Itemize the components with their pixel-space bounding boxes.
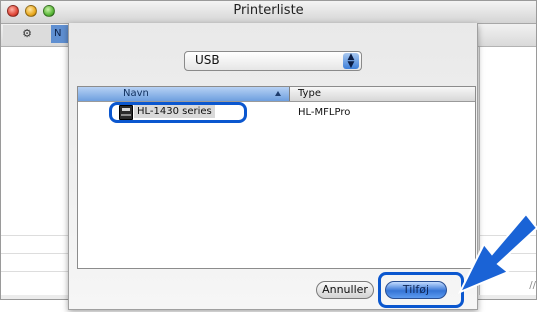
printer-type: HL-MFLPro (298, 107, 351, 118)
title-bar[interactable]: Printerliste (1, 1, 536, 24)
connection-type-value: USB (195, 53, 220, 67)
row-divider (1, 271, 69, 272)
row-divider (1, 253, 69, 254)
highlight-outline-add (378, 272, 464, 308)
column-header-type[interactable]: Type (298, 87, 321, 101)
row-divider (1, 235, 69, 236)
add-printer-sheet: USB ▲ ▼ Navn Type HL-1430 series HL-MFLPr… (68, 23, 478, 310)
arrow-shape (457, 214, 537, 294)
background-list-left (1, 47, 70, 295)
sort-ascending-icon (275, 91, 281, 96)
column-header-name[interactable]: Navn (78, 87, 290, 101)
column-header-cut[interactable]: N (51, 25, 69, 43)
table-header: Navn Type (78, 87, 475, 102)
pointer-arrow-icon (457, 214, 537, 294)
gear-icon[interactable]: ⚙ (3, 25, 52, 43)
printer-table: Navn Type HL-1430 series HL-MFLPro (77, 86, 476, 269)
popup-arrows-icon: ▲ ▼ (343, 53, 359, 70)
window-title: Printerliste (233, 3, 304, 18)
cancel-button[interactable]: Annuller (316, 281, 374, 299)
connection-type-popup[interactable]: USB ▲ ▼ (184, 51, 362, 71)
highlight-outline-printer (109, 102, 247, 123)
